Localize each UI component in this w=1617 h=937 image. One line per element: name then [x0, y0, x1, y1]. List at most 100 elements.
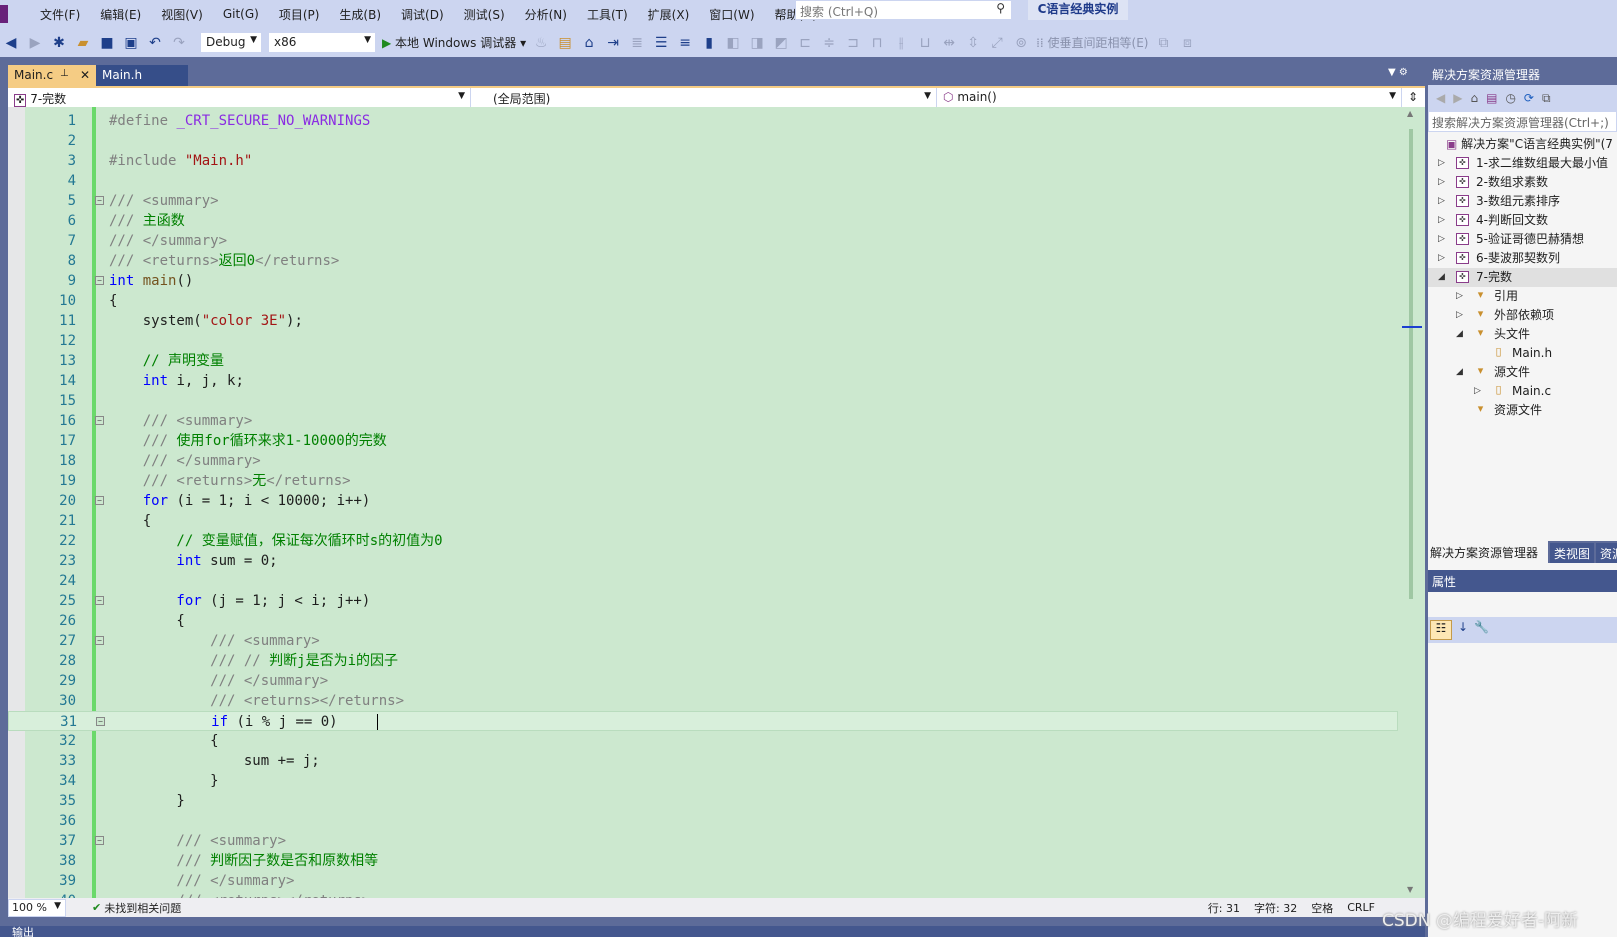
code-line[interactable]: 40 /// <returns></returns>	[8, 891, 1398, 898]
tree-item[interactable]: ◢ ▾ 源文件	[1428, 363, 1617, 382]
format-icon[interactable]: ≣	[628, 35, 646, 51]
code-line[interactable]: 14 int i, j, k;	[8, 371, 1398, 391]
tab-solution-explorer[interactable]: 解决方案资源管理器	[1428, 541, 1548, 563]
expand-arrow-icon[interactable]: ▷	[1438, 211, 1445, 230]
expand-arrow-icon[interactable]: ◢	[1456, 325, 1463, 344]
redo-icon[interactable]: ↷	[170, 35, 188, 51]
pin-icon[interactable]: ⊥	[60, 68, 69, 79]
code-line[interactable]: 4	[8, 171, 1398, 191]
menu-item[interactable]: 测试(S)	[454, 6, 515, 23]
tree-item[interactable]: ▷ ✜ 2-数组求素数	[1428, 173, 1617, 192]
tree-item[interactable]: ▷ ▾ 引用	[1428, 287, 1617, 306]
expand-arrow-icon[interactable]: ▷	[1438, 154, 1445, 173]
alphabetical-icon[interactable]: ↓	[1458, 620, 1468, 640]
code-line[interactable]: 37 − /// <summary>	[8, 831, 1398, 851]
expand-arrow-icon[interactable]: ▷	[1438, 230, 1445, 249]
history-icon[interactable]: ◷	[1505, 91, 1515, 105]
same-width-icon[interactable]: ⇹	[940, 35, 958, 51]
scope-dropdown[interactable]: (全局范围) ▼	[471, 88, 937, 107]
categorized-icon[interactable]: ☷	[1430, 620, 1452, 640]
new-item-icon[interactable]: ✱	[50, 35, 68, 51]
tree-item[interactable]: ▾ 资源文件	[1428, 401, 1617, 420]
code-line[interactable]: 19 /// <returns>无</returns>	[8, 471, 1398, 491]
menu-item[interactable]: 窗口(W)	[699, 6, 764, 23]
menu-item[interactable]: 项目(P)	[269, 6, 330, 23]
code-line[interactable]: 7 /// </summary>	[8, 231, 1398, 251]
tree-item[interactable]: ▷ ▯ Main.c	[1428, 382, 1617, 401]
align-top-icon[interactable]: ⊓	[868, 35, 886, 51]
code-line[interactable]: 25 − for (j = 1; j < i; j++)	[8, 591, 1398, 611]
code-line[interactable]: 15	[8, 391, 1398, 411]
scroll-down-icon[interactable]: ▼	[1407, 885, 1413, 894]
code-line[interactable]: 34 }	[8, 771, 1398, 791]
code-line[interactable]: 32 {	[8, 731, 1398, 751]
expand-arrow-icon[interactable]: ▷	[1438, 192, 1445, 211]
code-line[interactable]: 22 // 变量赋值，保证每次循环时s的初值为0	[8, 531, 1398, 551]
menu-item[interactable]: 调试(D)	[391, 6, 454, 23]
code-line[interactable]: 12	[8, 331, 1398, 351]
member-dropdown[interactable]: ⬡ main() ▼	[937, 88, 1402, 107]
undo-icon[interactable]: ↶	[146, 35, 164, 51]
expand-arrow-icon[interactable]: ▷	[1438, 249, 1445, 268]
forward-icon[interactable]: ▶	[1453, 91, 1462, 105]
tab-overflow-icon[interactable]: ▼ ⚙	[1388, 67, 1408, 78]
code-line[interactable]: 10 {	[8, 291, 1398, 311]
expand-arrow-icon[interactable]: ▷	[1474, 382, 1481, 401]
tree-item[interactable]: ◢ ▾ 头文件	[1428, 325, 1617, 344]
tree-item[interactable]: ▷ ✜ 1-求二维数组最大最小值	[1428, 154, 1617, 173]
code-line[interactable]: 13 // 声明变量	[8, 351, 1398, 371]
menu-item[interactable]: 分析(N)	[515, 6, 577, 23]
zoom-select[interactable]: 100 % ▼	[8, 898, 66, 917]
issues-status[interactable]: 未找到相关问题	[104, 900, 181, 916]
code-line[interactable]: 30 /// <returns></returns>	[8, 691, 1398, 711]
vertical-spacing-button[interactable]: ⁞⁞ 使垂直间距相等(E)	[1036, 34, 1148, 51]
run-debugger-button[interactable]: ▶ 本地 Windows 调试器 ▾	[382, 34, 526, 51]
find-in-files-icon[interactable]: ▤	[556, 35, 574, 51]
refresh-icon[interactable]: ⟳	[1524, 91, 1534, 105]
tree-item[interactable]: ▷ ▾ 外部依赖项	[1428, 306, 1617, 325]
align-bottom-icon[interactable]: ⊔	[916, 35, 934, 51]
code-line[interactable]: 26 {	[8, 611, 1398, 631]
output-panel-header[interactable]: 输出	[0, 926, 1425, 937]
code-line[interactable]: 28 /// // 判断j是否为i的因子	[8, 651, 1398, 671]
menu-item[interactable]: 视图(V)	[151, 6, 213, 23]
project-dropdown[interactable]: ✜ 7-完数 ▼	[8, 88, 471, 107]
tree-item[interactable]: ◢ ✜ 7-完数	[1428, 268, 1617, 287]
fold-toggle-icon[interactable]: −	[96, 717, 105, 726]
solution-search-input[interactable]: 搜索解决方案资源管理器(Ctrl+;)	[1428, 111, 1617, 132]
tree-root[interactable]: ▣ 解决方案"C语言经典实例"(7	[1428, 135, 1617, 154]
platform-select[interactable]: x86 ▼	[268, 32, 376, 53]
send-back-icon[interactable]: ⧈	[1179, 35, 1197, 51]
code-line[interactable]: 24	[8, 571, 1398, 591]
bookmark-icon[interactable]: ▮	[700, 35, 718, 51]
code-line[interactable]: 33 sum += j;	[8, 751, 1398, 771]
forward-icon[interactable]: ▶	[26, 35, 44, 51]
prev-bookmark-icon[interactable]: ◧	[724, 35, 742, 51]
align-middle-icon[interactable]: ⫲	[892, 35, 910, 51]
expand-arrow-icon[interactable]: ◢	[1456, 363, 1463, 382]
code-line[interactable]: 35 }	[8, 791, 1398, 811]
menu-item[interactable]: Git(G)	[213, 7, 269, 21]
expand-arrow-icon[interactable]: ▷	[1438, 173, 1445, 192]
size-grid-icon[interactable]: ⊚	[1012, 35, 1030, 51]
tree-item[interactable]: ▷ ✜ 4-判断回文数	[1428, 211, 1617, 230]
fold-toggle-icon[interactable]: −	[95, 596, 104, 605]
fold-toggle-icon[interactable]: −	[95, 276, 104, 285]
scroll-thumb[interactable]	[1409, 129, 1413, 599]
tree-item[interactable]: ▷ ✜ 3-数组元素排序	[1428, 192, 1617, 211]
expand-arrow-icon[interactable]: ▷	[1456, 306, 1463, 325]
code-line[interactable]: 39 /// </summary>	[8, 871, 1398, 891]
code-line[interactable]: 3 #include "Main.h"	[8, 151, 1398, 171]
code-line[interactable]: 23 int sum = 0;	[8, 551, 1398, 571]
tree-item[interactable]: ▯ Main.h	[1428, 344, 1617, 363]
menu-item[interactable]: 工具(T)	[577, 6, 638, 23]
code-line[interactable]: 8 /// <returns>返回0</returns>	[8, 251, 1398, 271]
clear-bookmark-icon[interactable]: ◩	[772, 35, 790, 51]
fold-toggle-icon[interactable]: −	[95, 496, 104, 505]
code-editor[interactable]: 1 #define _CRT_SECURE_NO_WARNINGS 2 3 #inclu…	[8, 107, 1425, 898]
home-icon[interactable]: ⌂	[580, 35, 598, 51]
split-icon[interactable]: ⇕	[1402, 88, 1425, 107]
tab-main-h[interactable]: Main.h	[96, 65, 188, 86]
save-icon[interactable]: ■	[98, 35, 116, 51]
code-line[interactable]: 11 system("color 3E");	[8, 311, 1398, 331]
